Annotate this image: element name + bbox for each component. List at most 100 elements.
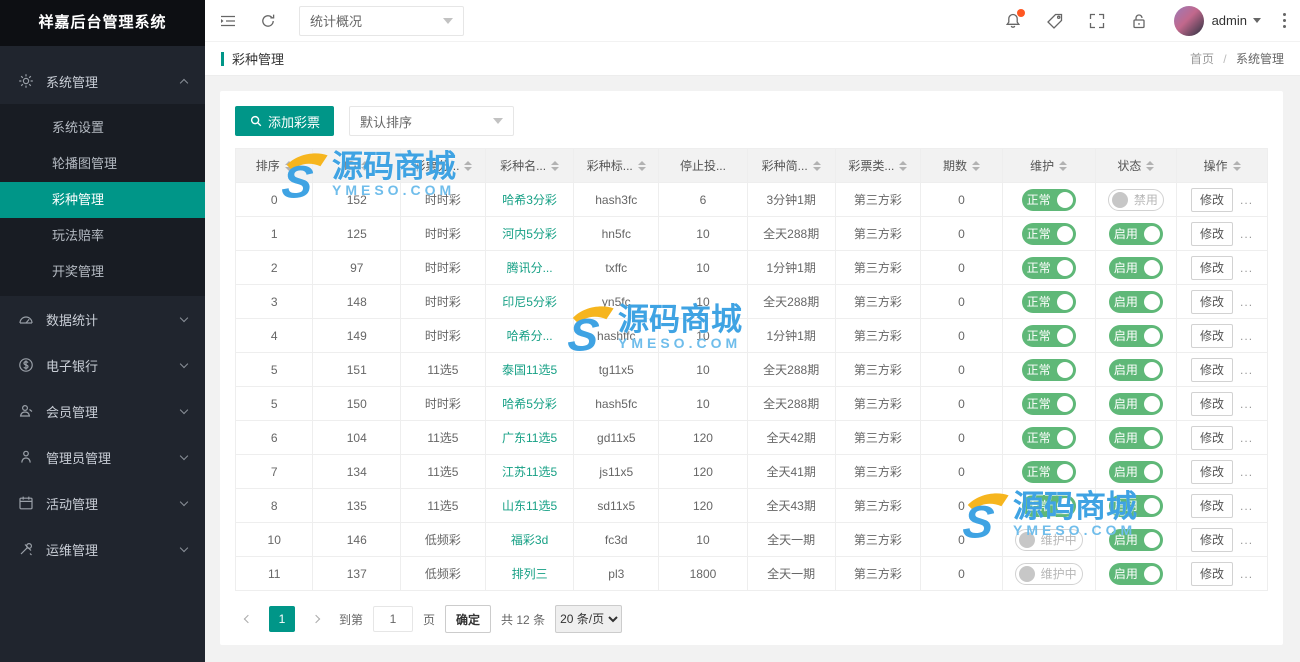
status-toggle[interactable]: 启用 [1109, 393, 1163, 415]
sidebar-subitem[interactable]: 玩法赔率 [0, 218, 205, 254]
sort-icon[interactable] [464, 161, 472, 171]
column-header[interactable]: 维护 [1002, 149, 1095, 183]
sort-icon[interactable] [638, 161, 646, 171]
lock-icon[interactable] [1130, 12, 1148, 30]
sort-icon[interactable] [551, 161, 559, 171]
page-size-select[interactable]: 20 条/页 [555, 605, 622, 633]
lottery-name-link[interactable]: 印尼5分彩 [502, 295, 557, 309]
fullscreen-icon[interactable] [1088, 12, 1106, 30]
goto-page-input[interactable] [373, 606, 413, 632]
column-header[interactable]: 彩票类... [835, 149, 921, 183]
maintain-toggle[interactable]: 维护中 [1015, 529, 1083, 551]
edit-button[interactable]: 修改 [1191, 460, 1233, 484]
more-actions-button[interactable]: ... [1240, 533, 1253, 547]
maintain-toggle[interactable]: 正常 [1022, 393, 1076, 415]
page-select[interactable]: 统计概况 [299, 6, 464, 36]
more-actions-button[interactable]: ... [1240, 363, 1253, 377]
tag-icon[interactable] [1046, 12, 1064, 30]
maintain-toggle[interactable]: 正常 [1022, 495, 1076, 517]
edit-button[interactable]: 修改 [1191, 392, 1233, 416]
column-header[interactable]: 彩种名... [485, 149, 574, 183]
edit-button[interactable]: 修改 [1191, 324, 1233, 348]
lottery-name-link[interactable]: 哈希分... [507, 329, 553, 343]
maintain-toggle[interactable]: 正常 [1022, 257, 1076, 279]
edit-button[interactable]: 修改 [1191, 426, 1233, 450]
more-actions-button[interactable]: ... [1240, 227, 1253, 241]
lottery-name-link[interactable]: 江苏11选5 [502, 465, 557, 479]
sidebar-subitem[interactable]: 轮播图管理 [0, 146, 205, 182]
lottery-name-link[interactable]: 山东11选5 [502, 499, 557, 513]
collapse-sidebar-icon[interactable] [219, 12, 237, 30]
sort-icon[interactable] [1146, 161, 1154, 171]
sort-icon[interactable] [285, 161, 293, 171]
sort-icon[interactable] [899, 161, 907, 171]
sidebar-item-5[interactable]: 活动管理 [0, 480, 205, 526]
notifications-bell-icon[interactable] [1004, 12, 1022, 30]
next-page-button[interactable] [303, 606, 329, 632]
status-toggle[interactable]: 启用 [1109, 325, 1163, 347]
edit-button[interactable]: 修改 [1191, 188, 1233, 212]
sidebar-subitem[interactable]: 开奖管理 [0, 254, 205, 290]
sidebar-item-6[interactable]: 运维管理 [0, 526, 205, 572]
status-toggle[interactable]: 启用 [1109, 359, 1163, 381]
lottery-name-link[interactable]: 哈希3分彩 [502, 193, 557, 207]
sidebar-item-2[interactable]: 电子银行 [0, 342, 205, 388]
sort-icon[interactable] [813, 161, 821, 171]
more-actions-button[interactable]: ... [1240, 397, 1253, 411]
edit-button[interactable]: 修改 [1191, 358, 1233, 382]
more-actions-button[interactable]: ... [1240, 261, 1253, 275]
lottery-name-link[interactable]: 泰国11选5 [502, 363, 557, 377]
status-toggle[interactable]: 启用 [1109, 563, 1163, 585]
refresh-icon[interactable] [259, 12, 277, 30]
column-header[interactable]: 操作 [1177, 149, 1268, 183]
sort-icon[interactable] [361, 161, 369, 171]
column-header[interactable]: 排序 [236, 149, 313, 183]
more-actions-button[interactable]: ... [1240, 295, 1253, 309]
more-actions-button[interactable]: ... [1240, 465, 1253, 479]
maintain-toggle[interactable]: 正常 [1022, 223, 1076, 245]
column-header[interactable]: 彩种简... [747, 149, 835, 183]
sidebar-item-3[interactable]: 会员管理 [0, 388, 205, 434]
more-actions-button[interactable]: ... [1240, 193, 1253, 207]
sidebar-item-0[interactable]: 系统管理 [0, 58, 205, 104]
edit-button[interactable]: 修改 [1191, 256, 1233, 280]
avatar[interactable] [1174, 6, 1204, 36]
lottery-name-link[interactable]: 腾讯分... [507, 261, 553, 275]
maintain-toggle[interactable]: 正常 [1022, 359, 1076, 381]
sort-order-select[interactable]: 默认排序 [349, 106, 514, 136]
add-lottery-button[interactable]: 添加彩票 [235, 106, 334, 136]
lottery-name-link[interactable]: 广东11选5 [502, 431, 557, 445]
breadcrumb-home-link[interactable]: 首页 [1190, 52, 1214, 66]
status-toggle[interactable]: 启用 [1109, 223, 1163, 245]
sidebar-item-1[interactable]: 数据统计 [0, 296, 205, 342]
lottery-name-link[interactable]: 哈希5分彩 [502, 397, 557, 411]
confirm-page-button[interactable]: 确定 [445, 605, 491, 633]
user-menu[interactable]: admin [1212, 13, 1261, 28]
column-header[interactable]: 彩票分... [401, 149, 486, 183]
status-toggle[interactable]: 启用 [1109, 529, 1163, 551]
maintain-toggle[interactable]: 正常 [1022, 461, 1076, 483]
status-toggle[interactable]: 启用 [1109, 291, 1163, 313]
status-toggle[interactable]: 启用 [1109, 427, 1163, 449]
status-toggle[interactable]: 启用 [1109, 257, 1163, 279]
column-header[interactable]: 状态 [1095, 149, 1177, 183]
lottery-name-link[interactable]: 河内5分彩 [502, 227, 557, 241]
maintain-toggle[interactable]: 正常 [1022, 325, 1076, 347]
sort-icon[interactable] [1059, 161, 1067, 171]
sort-icon[interactable] [972, 161, 980, 171]
sidebar-subitem[interactable]: 彩种管理 [0, 182, 205, 218]
sidebar-item-4[interactable]: 管理员管理 [0, 434, 205, 480]
edit-button[interactable]: 修改 [1191, 528, 1233, 552]
status-toggle[interactable]: 禁用 [1108, 189, 1164, 211]
more-actions-button[interactable]: ... [1240, 329, 1253, 343]
maintain-toggle[interactable]: 正常 [1022, 291, 1076, 313]
maintain-toggle[interactable]: 维护中 [1015, 563, 1083, 585]
lottery-name-link[interactable]: 福彩3d [511, 533, 548, 547]
maintain-toggle[interactable]: 正常 [1022, 189, 1076, 211]
edit-button[interactable]: 修改 [1191, 562, 1233, 586]
more-actions-button[interactable]: ... [1240, 567, 1253, 581]
maintain-toggle[interactable]: 正常 [1022, 427, 1076, 449]
column-header[interactable]: 彩种标... [574, 149, 659, 183]
more-actions-button[interactable]: ... [1240, 499, 1253, 513]
edit-button[interactable]: 修改 [1191, 290, 1233, 314]
